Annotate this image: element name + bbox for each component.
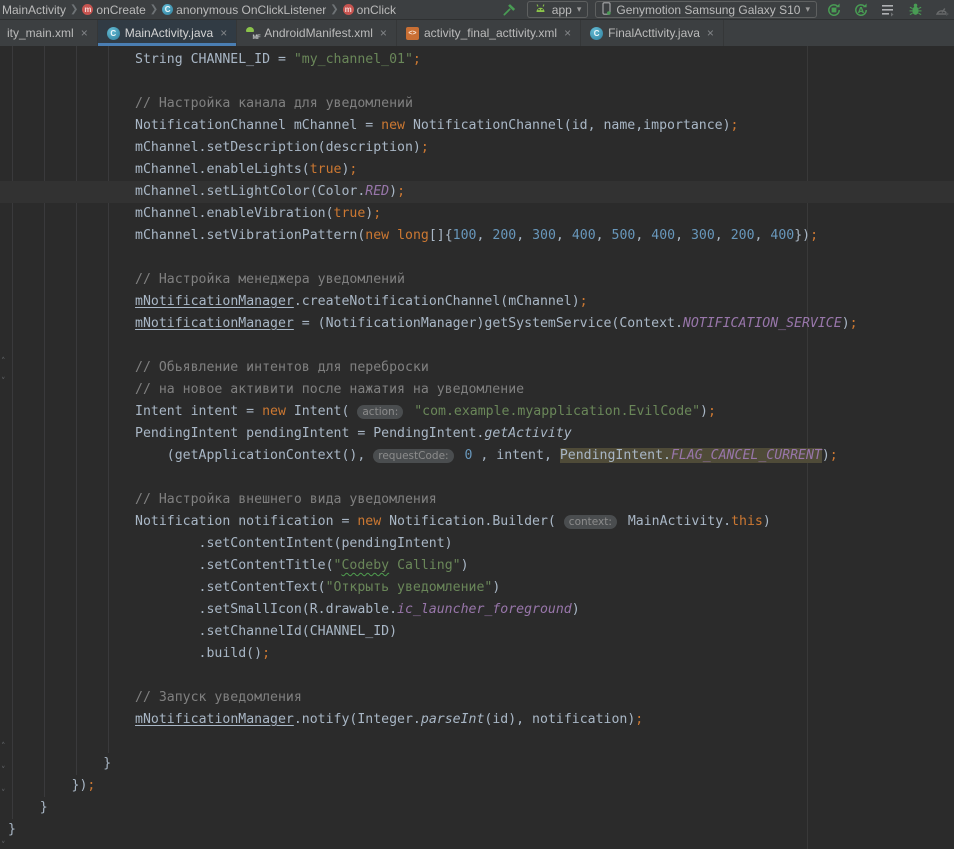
code-line[interactable]: });: [0, 775, 954, 797]
code-line[interactable]: [0, 731, 954, 753]
code-line[interactable]: mChannel.enableLights(true);: [0, 159, 954, 181]
code-line[interactable]: mChannel.setLightColor(Color.RED);: [0, 181, 954, 203]
breadcrumb-item[interactable]: monCreate: [82, 3, 145, 17]
code-line[interactable]: // на новое активити после нажатия на ув…: [0, 379, 954, 401]
parameter-hint: action:: [357, 405, 403, 419]
code-line[interactable]: [0, 467, 954, 489]
code-line[interactable]: (getApplicationContext(), requestCode: 0…: [0, 445, 954, 467]
code-line[interactable]: // Запуск уведомления: [0, 687, 954, 709]
android-icon: [534, 3, 547, 17]
run-configurations-icon[interactable]: [878, 1, 898, 19]
code-line[interactable]: [0, 71, 954, 93]
code-line[interactable]: .setContentText("Открыть уведомление"): [0, 577, 954, 599]
code-line[interactable]: Notification notification = new Notifica…: [0, 511, 954, 533]
code-line[interactable]: NotificationChannel mChannel = new Notif…: [0, 115, 954, 137]
code-line[interactable]: [0, 665, 954, 687]
build-hammer-icon[interactable]: [500, 1, 520, 19]
close-icon[interactable]: ×: [81, 27, 88, 39]
tab-bar: ity_main.xml×CMainActivity.java×MFAndroi…: [0, 20, 954, 46]
toolbar: app ▾ Genymotion Samsung Galaxy S10 ▾: [500, 1, 952, 19]
tab-androidmanifest-xml[interactable]: MFAndroidManifest.xml ×: [237, 20, 397, 46]
debug-icon[interactable]: [905, 1, 925, 19]
run-config-selector[interactable]: app ▾: [527, 1, 589, 18]
code-line[interactable]: mChannel.enableVibration(true);: [0, 203, 954, 225]
code-area: String CHANNEL_ID = "my_channel_01"; // …: [0, 49, 954, 841]
tab-label: MainActivity.java: [125, 26, 213, 40]
breadcrumb-item[interactable]: MainActivity: [2, 3, 66, 17]
breadcrumb-item[interactable]: monClick: [343, 3, 396, 17]
close-icon[interactable]: ×: [564, 27, 571, 39]
tab-label: AndroidManifest.xml: [264, 26, 373, 40]
breadcrumb: MainActivity❯monCreate❯Canonymous OnClic…: [2, 3, 396, 17]
parameter-hint: context:: [564, 515, 617, 529]
code-line[interactable]: // Настройка канала для уведомлений: [0, 93, 954, 115]
close-icon[interactable]: ×: [220, 27, 227, 39]
profiler-icon[interactable]: [932, 1, 952, 19]
code-line[interactable]: [0, 247, 954, 269]
code-line[interactable]: [0, 335, 954, 357]
code-line[interactable]: mNotificationManager = (NotificationMana…: [0, 313, 954, 335]
tab-activity-final-acttivity-xml[interactable]: <> activity_final_acttivity.xml ×: [397, 20, 581, 46]
class-icon: C: [590, 27, 603, 40]
tab-finalacttivity-java[interactable]: C FinalActtivity.java ×: [581, 20, 724, 46]
device-selector[interactable]: Genymotion Samsung Galaxy S10 ▾: [595, 1, 817, 18]
code-line[interactable]: mChannel.setVibrationPattern(new long[]{…: [0, 225, 954, 247]
breadcrumb-label: onCreate: [96, 3, 145, 17]
tab-ity-main-xml[interactable]: ity_main.xml ×: [0, 20, 98, 46]
code-line[interactable]: mChannel.setDescription(description);: [0, 137, 954, 159]
breadcrumb-label: onClick: [357, 3, 396, 17]
breadcrumb-label: MainActivity: [2, 3, 66, 17]
phone-icon: [602, 2, 611, 18]
run-config-label: app: [552, 3, 572, 17]
class-icon: C: [162, 4, 173, 15]
tab-label: activity_final_acttivity.xml: [424, 26, 557, 40]
code-line[interactable]: // Настройка менеджера уведомлений: [0, 269, 954, 291]
code-line[interactable]: }: [0, 819, 954, 841]
code-editor[interactable]: ˄ ˅ ˄ ˅ ˅ ˅ String CHANNEL_ID = "my_chan…: [0, 46, 954, 849]
chevron-down-icon: ▾: [577, 4, 582, 15]
code-line[interactable]: mNotificationManager.notify(Integer.pars…: [0, 709, 954, 731]
chevron-down-icon: ▾: [805, 4, 810, 15]
navigation-bar: MainActivity❯monCreate❯Canonymous OnClic…: [0, 0, 954, 20]
code-line[interactable]: Intent intent = new Intent( action: "com…: [0, 401, 954, 423]
apply-code-changes-icon[interactable]: A: [851, 1, 871, 19]
code-line[interactable]: }: [0, 753, 954, 775]
code-line[interactable]: // Обьявление интентов для переброски: [0, 357, 954, 379]
method-icon: m: [82, 4, 93, 15]
close-icon[interactable]: ×: [707, 27, 714, 39]
svg-text:A: A: [858, 6, 865, 15]
xml-file-icon: <>: [406, 27, 419, 40]
breadcrumb-label: anonymous OnClickListener: [176, 3, 326, 17]
apply-changes-icon[interactable]: [824, 1, 844, 19]
parameter-hint: requestCode:: [373, 449, 453, 463]
manifest-label: MF: [253, 35, 261, 41]
tab-label: FinalActtivity.java: [608, 26, 700, 40]
device-label: Genymotion Samsung Galaxy S10: [616, 3, 800, 17]
code-line[interactable]: String CHANNEL_ID = "my_channel_01";: [0, 49, 954, 71]
manifest-file-icon: MF: [246, 27, 259, 40]
code-line[interactable]: }: [0, 797, 954, 819]
code-line[interactable]: .setContentTitle("Codeby Calling"): [0, 555, 954, 577]
tab-mainactivity-java[interactable]: C MainActivity.java ×: [98, 20, 238, 46]
code-line[interactable]: mNotificationManager.createNotificationC…: [0, 291, 954, 313]
code-line[interactable]: .build();: [0, 643, 954, 665]
code-line[interactable]: .setSmallIcon(R.drawable.ic_launcher_for…: [0, 599, 954, 621]
code-line[interactable]: // Настройка внешнего вида уведомления: [0, 489, 954, 511]
code-line[interactable]: PendingIntent pendingIntent = PendingInt…: [0, 423, 954, 445]
code-line[interactable]: .setChannelId(CHANNEL_ID): [0, 621, 954, 643]
breadcrumb-separator-icon: ❯: [70, 4, 78, 15]
code-line[interactable]: .setContentIntent(pendingIntent): [0, 533, 954, 555]
close-icon[interactable]: ×: [380, 27, 387, 39]
fold-marker-icon[interactable]: ˅: [1, 842, 6, 849]
tab-label: ity_main.xml: [7, 26, 74, 40]
breadcrumb-item[interactable]: Canonymous OnClickListener: [162, 3, 326, 17]
method-icon: m: [343, 4, 354, 15]
breadcrumb-separator-icon: ❯: [150, 4, 158, 15]
class-icon: C: [107, 27, 120, 40]
android-icon: [246, 27, 254, 32]
breadcrumb-separator-icon: ❯: [330, 4, 338, 15]
